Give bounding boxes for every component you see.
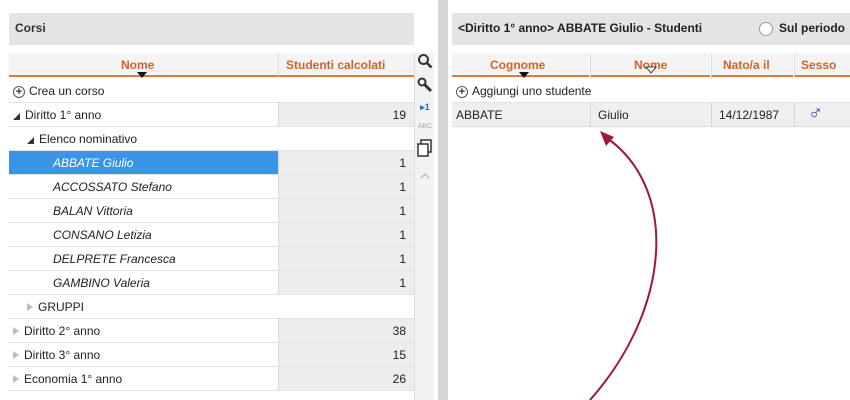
move-one-icon[interactable]: ▸1 [415,102,435,122]
wrench-icon[interactable] [415,77,435,97]
create-course-label: Crea un corso [29,84,105,98]
period-label: Sul periodo [779,21,845,35]
column-header-count[interactable]: Studenti calcolati [278,53,414,77]
column-header-born[interactable]: Nato/a il [711,53,793,77]
student-row[interactable]: BALAN Vittoria 1 [9,199,414,223]
students-panel-header: <Diritto 1° anno> ABBATE Giulio - Studen… [452,13,850,45]
courses-title: Corsi [15,21,46,35]
create-course-row[interactable]: + Crea un corso [9,79,414,103]
student-count: 1 [399,276,406,290]
student-table-row[interactable]: ABBATE Giulio 14/12/1987 ♂ [452,102,850,127]
column-header-sex[interactable]: Sesso [794,53,850,77]
course-row[interactable]: Diritto 2° anno 38 [9,319,414,343]
course-label: Diritto 2° anno [24,324,101,338]
add-student-row[interactable]: + Aggiungi uno studente [452,79,850,103]
expand-icon[interactable] [13,351,19,359]
plus-circle-icon: + [456,86,468,98]
column-header-count-label: Studenti calcolati [286,58,386,72]
sort-desc-icon [137,72,147,78]
column-header-sex-label: Sesso [801,58,837,72]
groups-label: GRUPPI [38,300,85,314]
courses-panel-header: Corsi [9,13,414,45]
course-count: 26 [392,372,406,386]
toolbar-vertical: ▸1 ABC [414,53,434,400]
course-count: 38 [392,324,406,338]
student-label: CONSANO Letizia [53,228,152,242]
copy-icon[interactable] [415,139,435,159]
student-row[interactable]: DELPRETE Francesca 1 [9,247,414,271]
course-row[interactable]: Diritto 3° anno 15 [9,343,414,367]
group-row[interactable]: Elenco nominativo [9,127,414,151]
sort-desc-icon [519,72,529,78]
student-row[interactable]: ACCOSSATO Stefano 1 [9,175,414,199]
search-icon[interactable] [415,53,435,73]
student-count: 1 [399,156,406,170]
course-label: Diritto 1° anno [25,108,102,122]
scroll-up-icon[interactable] [415,171,435,191]
plus-circle-icon: + [13,86,25,98]
student-count: 1 [399,180,406,194]
group-label: Elenco nominativo [39,132,138,146]
panel-splitter[interactable] [438,0,448,400]
collapse-icon[interactable] [13,113,20,120]
column-header-name[interactable]: Nome [9,53,278,78]
student-count: 1 [399,204,406,218]
student-surname: ABBATE [456,108,503,122]
courses-panel: Corsi Nome Studenti calcolati + Crea un c… [0,0,438,400]
student-born: 14/12/1987 [719,108,780,122]
period-radio[interactable] [759,22,773,36]
collapse-icon[interactable] [27,137,34,144]
student-label: BALAN Vittoria [53,204,133,218]
expand-icon[interactable] [13,375,19,383]
student-count: 1 [399,252,406,266]
student-label: GAMBINO Valeria [53,276,150,290]
students-panel: <Diritto 1° anno> ABBATE Giulio - Studen… [448,0,850,400]
course-row[interactable]: Economia 1° anno 26 [9,367,414,391]
student-label: ABBATE Giulio [53,156,134,170]
course-count: 19 [392,108,406,122]
course-count: 15 [392,348,406,362]
sort-hollow-icon [645,66,657,74]
students-title: <Diritto 1° anno> ABBATE Giulio - Studen… [458,21,703,35]
course-label: Diritto 3° anno [24,348,101,362]
course-row[interactable]: Diritto 1° anno 19 [9,103,414,127]
expand-icon[interactable] [13,327,19,335]
student-label: ACCOSSATO Stefano [53,180,172,194]
column-header-born-label: Nato/a il [723,58,770,72]
expand-icon[interactable] [27,303,33,311]
add-student-label: Aggiungi uno studente [472,84,592,98]
student-row[interactable]: CONSANO Letizia 1 [9,223,414,247]
column-header-surname-label: Cognome [490,58,546,72]
male-icon: ♂ [808,102,823,124]
column-header-name-label: Nome [121,58,155,72]
course-label: Economia 1° anno [24,372,123,386]
groups-row[interactable]: GRUPPI [9,295,414,319]
student-count: 1 [399,228,406,242]
column-header-surname[interactable]: Cognome [452,53,589,78]
student-row-selected[interactable]: ABBATE Giulio 1 [9,151,414,175]
column-header-name[interactable]: Nome [590,53,710,77]
student-name: Giulio [598,108,629,122]
student-row[interactable]: GAMBINO Valeria 1 [9,271,414,295]
student-label: DELPRETE Francesca [53,252,176,266]
